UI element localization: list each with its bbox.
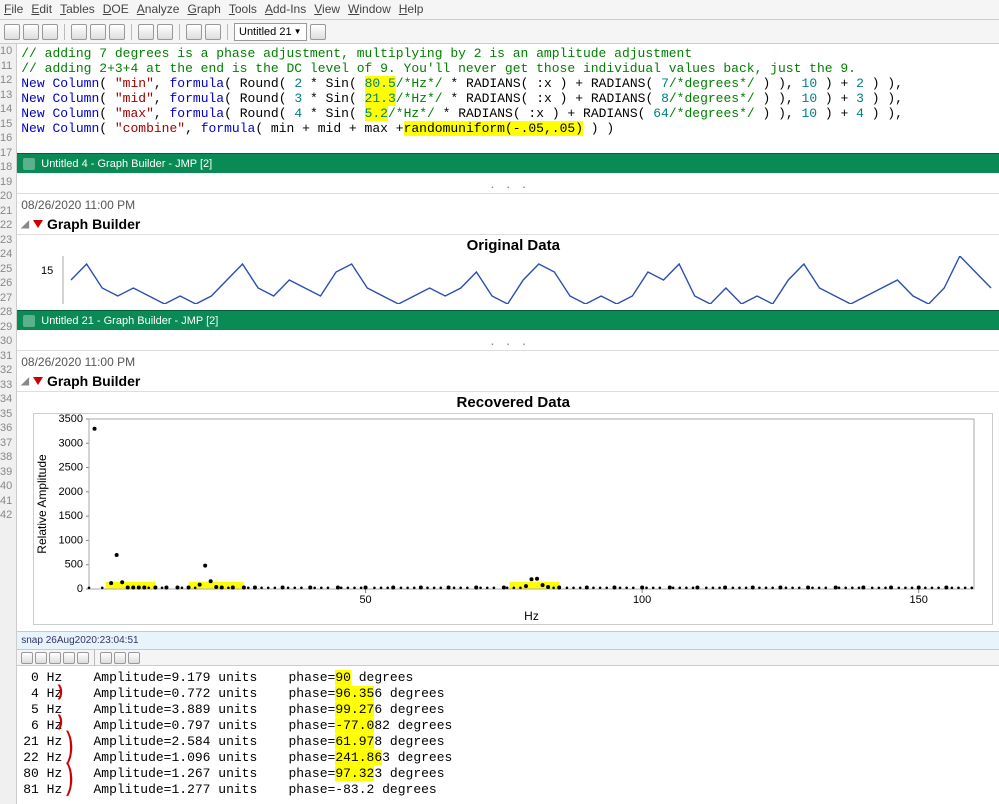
red-triangle-icon[interactable] bbox=[33, 377, 43, 385]
script-editor[interactable]: // adding 7 degrees is a phase adjustmen… bbox=[17, 44, 999, 153]
toolbar-icon[interactable] bbox=[4, 24, 20, 40]
toolbar-icon[interactable] bbox=[71, 24, 87, 40]
menu-item-tables[interactable]: Tables bbox=[60, 2, 95, 17]
svg-text:2500: 2500 bbox=[59, 462, 83, 474]
menu-item-graph[interactable]: Graph bbox=[187, 2, 220, 17]
divider: . . . bbox=[17, 330, 999, 351]
chart-recovered-data: Recovered Data 0 500 1000 1500 2000 2500 3000 3… bbox=[29, 392, 997, 627]
svg-text:100: 100 bbox=[633, 594, 651, 606]
toolbar-icon[interactable] bbox=[157, 24, 173, 40]
window-titlebar-1[interactable]: Untitled 4 - Graph Builder - JMP [2] bbox=[17, 153, 999, 173]
toolbar-icon[interactable] bbox=[42, 24, 58, 40]
mini-icon[interactable] bbox=[114, 652, 126, 664]
menu-item-edit[interactable]: Edit bbox=[31, 2, 52, 17]
menu-item-tools[interactable]: Tools bbox=[229, 2, 257, 17]
svg-text:1000: 1000 bbox=[59, 534, 83, 546]
scatter-chart: 0 500 1000 1500 2000 2500 3000 3500 50 100 150 Hz Re… bbox=[34, 414, 984, 624]
chart-title: Recovered Data bbox=[33, 394, 993, 411]
svg-text:1500: 1500 bbox=[59, 510, 83, 522]
mini-icon[interactable] bbox=[77, 652, 89, 664]
graph-builder-label: Graph Builder bbox=[47, 216, 140, 232]
mini-icon[interactable] bbox=[63, 652, 75, 664]
svg-text:50: 50 bbox=[360, 594, 372, 606]
graph-builder-header[interactable]: ◢ Graph Builder bbox=[17, 371, 999, 392]
toolbar-icon[interactable] bbox=[109, 24, 125, 40]
svg-text:Relative Amplitude: Relative Amplitude bbox=[35, 454, 49, 554]
disclosure-icon[interactable]: ◢ bbox=[21, 376, 29, 387]
separator bbox=[64, 24, 65, 40]
window-icon bbox=[23, 158, 35, 170]
toolbar-icon[interactable] bbox=[138, 24, 154, 40]
svg-text:500: 500 bbox=[65, 559, 83, 571]
menu-item-analyze[interactable]: Analyze bbox=[137, 2, 180, 17]
divider: . . . bbox=[17, 173, 999, 194]
svg-text:150: 150 bbox=[910, 594, 928, 606]
toolbar: Untitled 21▼ bbox=[0, 20, 999, 44]
line-chart: 15 bbox=[33, 256, 993, 304]
window-titlebar-2[interactable]: Untitled 21 - Graph Builder - JMP [2] bbox=[17, 310, 999, 330]
separator bbox=[131, 24, 132, 40]
timestamp: 08/26/2020 11:00 PM bbox=[17, 351, 999, 371]
mini-toolbar bbox=[17, 650, 999, 666]
mini-icon[interactable] bbox=[49, 652, 61, 664]
mini-icon[interactable] bbox=[100, 652, 112, 664]
disclosure-icon[interactable]: ◢ bbox=[21, 219, 29, 230]
toolbar-icon[interactable] bbox=[23, 24, 39, 40]
separator bbox=[179, 24, 180, 40]
chart-original-data: Original Data 15 bbox=[29, 235, 997, 306]
toolbar-icon[interactable] bbox=[186, 24, 202, 40]
menu-item-window[interactable]: Window bbox=[348, 2, 391, 17]
toolbar-file-select[interactable]: Untitled 21▼ bbox=[234, 23, 307, 41]
svg-text:3500: 3500 bbox=[59, 414, 83, 425]
window-title: Untitled 4 - Graph Builder - JMP [2] bbox=[41, 158, 212, 170]
svg-text:3000: 3000 bbox=[59, 437, 83, 449]
chart-title: Original Data bbox=[33, 237, 993, 254]
menu-item-view[interactable]: View bbox=[314, 2, 340, 17]
graph-builder-header[interactable]: ◢ Graph Builder bbox=[17, 214, 999, 235]
menu-item-add-ins[interactable]: Add-Ins bbox=[265, 2, 306, 17]
snap-bar: snap 26Aug2020:23:04:51 bbox=[17, 631, 999, 650]
separator bbox=[94, 650, 95, 666]
mini-icon[interactable] bbox=[21, 652, 33, 664]
toolbar-icon[interactable] bbox=[310, 24, 326, 40]
toolbar-icon[interactable] bbox=[205, 24, 221, 40]
menu-item-file[interactable]: File bbox=[4, 2, 23, 17]
svg-text:15: 15 bbox=[41, 265, 53, 277]
graph-builder-label: Graph Builder bbox=[47, 373, 140, 389]
window-icon bbox=[23, 315, 35, 327]
red-triangle-icon[interactable] bbox=[33, 220, 43, 228]
timestamp: 08/26/2020 11:00 PM bbox=[17, 194, 999, 214]
separator bbox=[227, 24, 228, 40]
menu-item-doe[interactable]: DOE bbox=[103, 2, 129, 17]
line-gutter: 1011121314151617181920212223242526272829… bbox=[0, 44, 17, 804]
mini-icon[interactable] bbox=[35, 652, 47, 664]
mini-icon[interactable] bbox=[128, 652, 140, 664]
window-title: Untitled 21 - Graph Builder - JMP [2] bbox=[41, 315, 218, 327]
svg-text:0: 0 bbox=[77, 583, 83, 595]
results-log: 0 Hz Amplitude=9.179 units phase=90 degr… bbox=[17, 666, 999, 802]
menu-bar: File Edit Tables DOE Analyze Graph Tools Add-In… bbox=[0, 0, 999, 20]
menu-item-help[interactable]: Help bbox=[399, 2, 424, 17]
svg-text:2000: 2000 bbox=[59, 486, 83, 498]
toolbar-icon[interactable] bbox=[90, 24, 106, 40]
svg-text:Hz: Hz bbox=[524, 609, 539, 623]
